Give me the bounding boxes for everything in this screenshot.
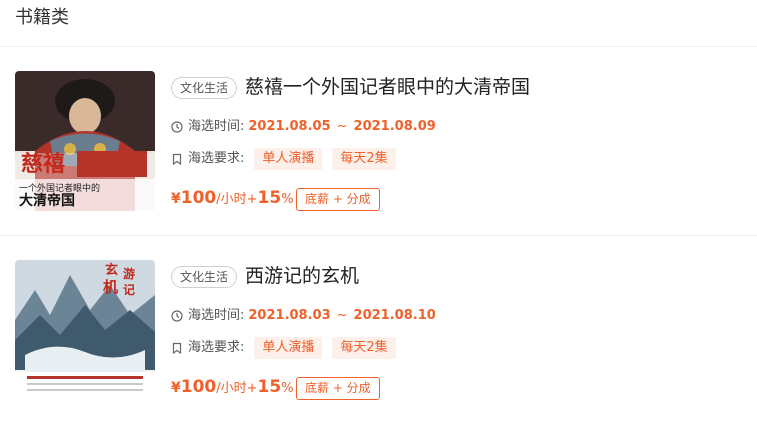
pay-type-tag: 底薪 + 分成 (296, 188, 380, 211)
book-cover-cixi-art: 慈禧 一个外国记者眼中的 大清帝国 (15, 71, 155, 211)
audition-date-label: 海选时间: (188, 119, 245, 134)
revenue-share-unit: % (281, 192, 294, 207)
audition-end-date: 2021.08.10 (353, 308, 436, 323)
price-info: ¥ 100 /小时+ 15 % (171, 377, 294, 397)
audition-date-row: 海选时间: 2021.08.03 ~ 2021.08.10 (171, 307, 436, 325)
hourly-price: 100 (180, 377, 217, 397)
book-card[interactable]: 慈禧 一个外国记者眼中的 大清帝国 文化生活 慈禧一个外国记者眼中的大清帝国 海… (0, 48, 757, 236)
category-tag: 文化生活 (171, 77, 238, 99)
category-tag: 文化生活 (171, 266, 238, 288)
price-info: ¥ 100 /小时+ 15 % (171, 188, 294, 208)
section-header: 书籍类 (0, 0, 757, 47)
date-separator: ~ (336, 308, 348, 323)
book-title[interactable]: 西游记的玄机 (245, 263, 359, 289)
pay-type-tag: 底薪 + 分成 (296, 377, 380, 400)
currency-symbol: ¥ (171, 380, 181, 396)
audition-requirement-label: 海选要求: (188, 340, 245, 355)
requirement-tag: 单人演播 (254, 148, 323, 170)
section-title: 书籍类 (15, 7, 69, 28)
bookmark-icon (171, 153, 183, 165)
date-separator: ~ (336, 119, 348, 134)
book-cover-image[interactable]: 玄 游 机 记 (15, 260, 155, 400)
bookmark-icon (171, 342, 183, 354)
price-unit: /小时+ (216, 381, 258, 396)
clock-icon (171, 310, 183, 322)
revenue-share: 15 (257, 188, 282, 208)
book-card[interactable]: 玄 游 机 记 文化生活 西游记的玄机 海选时间: 2021.08.03 ~ 2… (0, 237, 757, 421)
revenue-share-unit: % (281, 381, 294, 396)
requirement-tag: 每天2集 (332, 148, 396, 170)
requirement-tag: 每天2集 (332, 337, 396, 359)
hourly-price: 100 (180, 188, 217, 208)
clock-icon (171, 121, 183, 133)
audition-start-date: 2021.08.03 (248, 308, 331, 323)
book-cover-xiyouji-art: 玄 游 机 记 (15, 260, 155, 400)
price-unit: /小时+ (216, 192, 258, 207)
svg-text:玄: 玄 (105, 262, 118, 278)
audition-date-label: 海选时间: (188, 308, 245, 323)
audition-requirement-row: 海选要求: 单人演播 每天2集 (171, 337, 396, 359)
svg-text:大清帝国: 大清帝国 (19, 192, 75, 209)
requirement-tag: 单人演播 (254, 337, 323, 359)
book-cover-image[interactable]: 慈禧 一个外国记者眼中的 大清帝国 (15, 71, 155, 211)
svg-text:慈禧: 慈禧 (21, 151, 65, 177)
svg-text:机: 机 (103, 278, 118, 296)
audition-requirement-row: 海选要求: 单人演播 每天2集 (171, 148, 396, 170)
audition-end-date: 2021.08.09 (353, 119, 436, 134)
audition-requirement-label: 海选要求: (188, 151, 245, 166)
audition-start-date: 2021.08.05 (248, 119, 331, 134)
currency-symbol: ¥ (171, 191, 181, 207)
book-title[interactable]: 慈禧一个外国记者眼中的大清帝国 (245, 74, 530, 100)
svg-text:游: 游 (123, 266, 135, 281)
revenue-share: 15 (257, 377, 282, 397)
svg-text:记: 记 (123, 283, 135, 297)
audition-date-row: 海选时间: 2021.08.05 ~ 2021.08.09 (171, 118, 436, 136)
